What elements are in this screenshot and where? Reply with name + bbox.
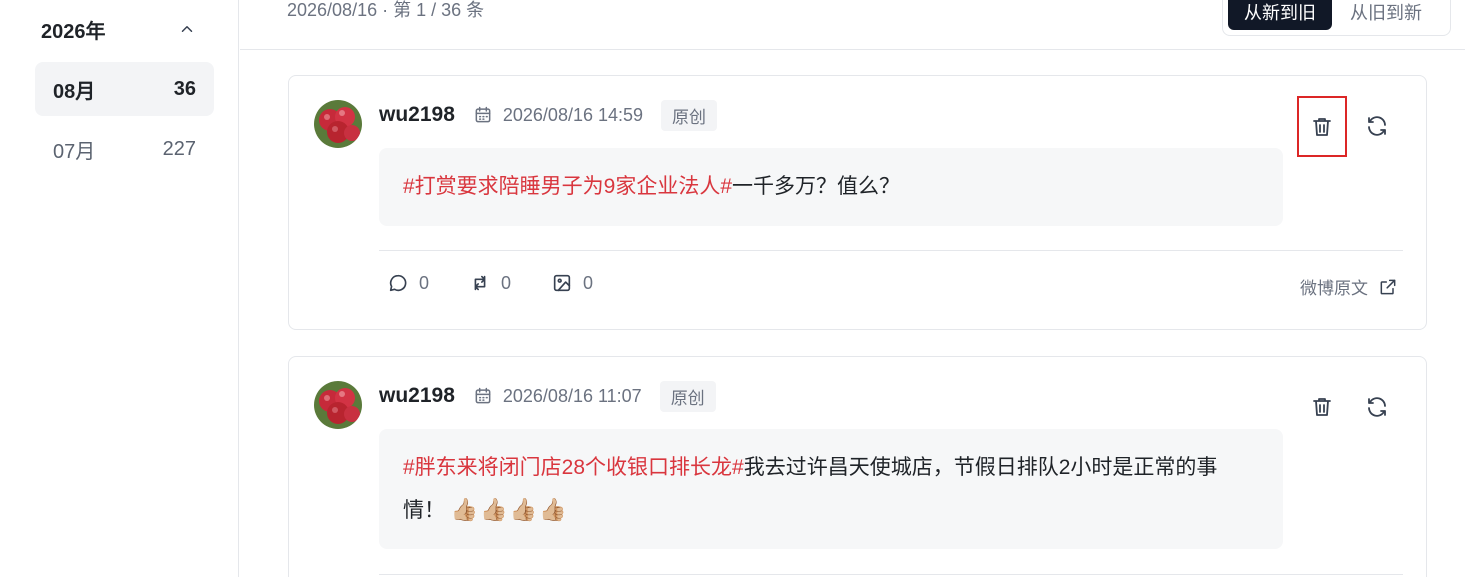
- avatar[interactable]: [314, 100, 362, 148]
- post-datetime: 2026/08/16 11:07: [502, 385, 642, 406]
- refresh-button[interactable]: [1352, 377, 1402, 437]
- post-meta: wu2198 2026/08/16 14:59 原创: [379, 99, 718, 131]
- external-link-icon: [1380, 279, 1396, 294]
- reposts-stat[interactable]: 0: [469, 272, 511, 294]
- refresh-button[interactable]: [1352, 96, 1402, 156]
- month-count: 227: [162, 137, 196, 160]
- image-icon: [553, 274, 571, 292]
- repost-icon: [474, 275, 486, 291]
- refresh-icon: [1368, 116, 1386, 136]
- divider: [379, 574, 1403, 575]
- comments-stat[interactable]: 0: [387, 272, 429, 294]
- year-toggle[interactable]: 2026年: [41, 14, 196, 44]
- post-content: #打赏要求陪睡男子为9家企业法人#一千多万？值么？: [379, 148, 1283, 226]
- images-count: 0: [583, 272, 594, 293]
- chevron-up-icon: [181, 26, 193, 32]
- sidebar: 2026年 08月 36 07月 227: [0, 0, 239, 577]
- calendar-icon: [475, 106, 491, 123]
- images-stat[interactable]: 0: [551, 272, 593, 294]
- refresh-icon: [1368, 397, 1386, 417]
- post-card: wu2198 2026/08/16 11:07 原创 #胖东来将闭门店28个收银…: [288, 356, 1427, 577]
- calendar-icon: [475, 387, 491, 404]
- month-item-08[interactable]: 08月 36: [35, 62, 214, 116]
- original-badge: 原创: [659, 380, 716, 412]
- hashtag-link[interactable]: #打赏要求陪睡男子为9家企业法人#: [403, 175, 732, 198]
- original-badge: 原创: [661, 99, 718, 131]
- reposts-count: 0: [501, 272, 512, 293]
- month-label: 08月: [53, 80, 96, 103]
- month-item-07[interactable]: 07月 227: [35, 122, 214, 176]
- trash-icon: [1313, 117, 1331, 136]
- post-card: wu2198 2026/08/16 14:59 原创 #打赏要求陪睡男子为9家企…: [288, 75, 1427, 330]
- comment-icon: [389, 274, 407, 292]
- username[interactable]: wu2198: [379, 384, 455, 408]
- weibo-original-link[interactable]: 微博原文: [1300, 274, 1398, 299]
- year-label: 2026年: [41, 20, 106, 43]
- origin-link-label: 微博原文: [1300, 279, 1368, 298]
- content-header: 2026/08/16 · 第 1 / 36 条 从新到旧 从旧到新: [240, 0, 1465, 50]
- delete-button[interactable]: [1297, 377, 1347, 437]
- thumbs-up-emoji: 👍🏼👍🏼👍🏼👍🏼: [450, 497, 569, 522]
- month-label: 07月: [53, 140, 96, 163]
- page-summary: 2026/08/16 · 第 1 / 36 条: [287, 0, 485, 20]
- divider: [379, 250, 1403, 251]
- username[interactable]: wu2198: [379, 103, 455, 127]
- post-datetime: 2026/08/16 14:59: [502, 104, 644, 125]
- month-count: 36: [173, 77, 196, 100]
- post-meta: wu2198 2026/08/16 11:07 原创: [379, 380, 716, 412]
- comments-count: 0: [419, 272, 430, 293]
- avatar[interactable]: [314, 381, 362, 429]
- app: 2026年 08月 36 07月 227 2026/08/16 · 第 1 / …: [0, 0, 1465, 577]
- hashtag-link[interactable]: #胖东来将闭门店28个收银口排长龙#: [403, 456, 744, 479]
- delete-button[interactable]: [1297, 96, 1347, 157]
- post-content: #胖东来将闭门店28个收银口排长龙#我去过许昌天使城店，节假日排队2小时是正常的…: [379, 429, 1283, 549]
- trash-icon: [1313, 398, 1331, 416]
- post-text: 一千多万？值么？: [732, 175, 901, 198]
- sort-old-to-new-button[interactable]: 从旧到新: [1334, 0, 1438, 30]
- sort-new-to-old-button[interactable]: 从新到旧: [1228, 0, 1332, 30]
- post-stats: 0 0 0: [387, 272, 593, 294]
- sort-toggle-group: 从新到旧 从旧到新: [1222, 0, 1451, 36]
